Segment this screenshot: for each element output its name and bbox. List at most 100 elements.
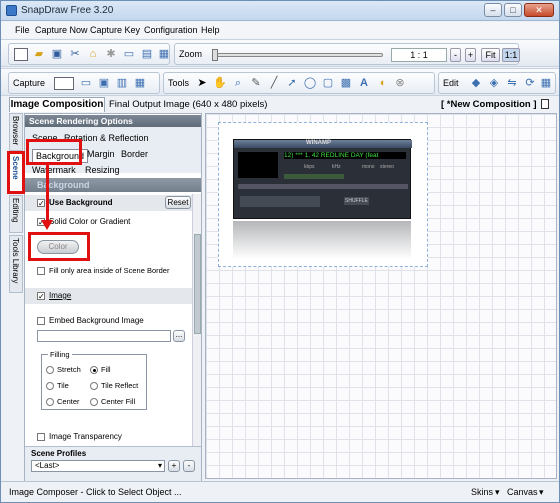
profile-select-value: <Last> — [35, 461, 60, 470]
panel-scrollbar-thumb[interactable] — [194, 234, 201, 334]
embed-checkbox[interactable] — [37, 317, 45, 325]
capture-tools: Capture ▭ ▣ ▥ ▦ — [8, 72, 160, 94]
text-tool-icon[interactable]: A — [357, 77, 371, 90]
menu-configuration[interactable]: Configuration — [144, 25, 198, 35]
capture-screen-icon[interactable]: ▥ — [115, 77, 129, 90]
transparency-checkbox[interactable] — [37, 433, 45, 441]
radio-tile[interactable] — [46, 382, 54, 390]
highlight-color-button — [28, 232, 90, 261]
subtab-margin[interactable]: Margin — [87, 149, 115, 159]
zoom-slider-knob[interactable] — [212, 49, 218, 61]
canvas-arrow-icon: ▾ — [539, 487, 544, 497]
home-icon[interactable]: ⌂ — [86, 48, 100, 61]
drawing-tools: Tools ➤ ✋ ⌕ ✎ ╱ ➚ ◯ ▢ ▩ A ◖ ⊗ — [163, 72, 435, 94]
zoom-tools: Zoom 1 : 1 - + Fit 1:1 — [174, 43, 520, 65]
cut-icon[interactable]: ✂ — [68, 48, 82, 61]
window-icon[interactable]: ▤ — [140, 48, 154, 61]
capture-region-icon[interactable]: ▭ — [79, 77, 93, 90]
winamp-khz: kHz — [332, 164, 341, 170]
rectangle-icon[interactable]: ▢ — [321, 77, 335, 90]
title-bar: SnapDraw Free 3.20 – □ ✕ — [1, 1, 559, 21]
zoom-ratio: 1 : 1 — [391, 48, 447, 62]
fill-inside-checkbox[interactable] — [37, 267, 45, 275]
balloon-icon[interactable]: ◖ — [375, 77, 389, 90]
edit-layer-icon[interactable]: ▦ — [539, 77, 553, 90]
subtab-watermark[interactable]: Watermark — [32, 165, 76, 175]
line-icon[interactable]: ╱ — [267, 77, 281, 90]
radio-stretch[interactable] — [46, 366, 54, 374]
save-icon[interactable]: ▣ — [50, 48, 64, 61]
scene-profiles-label: Scene Profiles — [31, 449, 87, 458]
capture-multi-icon[interactable]: ▦ — [133, 77, 147, 90]
tab-final-output[interactable]: Final Output Image (640 x 480 pixels) — [109, 99, 267, 110]
vtab-editing[interactable]: Editing — [9, 195, 23, 233]
subtab-border[interactable]: Border — [121, 149, 148, 159]
winamp-image[interactable]: WINAMP 12) *** 1. 42 REDLINE DAY (feat k… — [233, 139, 412, 219]
pencil-icon[interactable]: ✎ — [249, 77, 263, 90]
winamp-mono: mono — [362, 164, 375, 170]
stamp-icon[interactable]: ⊗ — [393, 77, 407, 90]
composition-canvas[interactable]: WINAMP 12) *** 1. 42 REDLINE DAY (feat k… — [205, 113, 557, 479]
edit-effect-icon[interactable]: ◈ — [487, 77, 501, 90]
ellipse-icon[interactable]: ◯ — [303, 77, 317, 90]
scene-area[interactable]: WINAMP 12) *** 1. 42 REDLINE DAY (feat k… — [218, 122, 428, 267]
rounded-rect-icon[interactable]: ▩ — [339, 77, 353, 90]
arrow-icon[interactable]: ➚ — [285, 77, 299, 90]
remove-profile-button[interactable]: - — [183, 460, 195, 472]
skins-menu[interactable]: Skins — [471, 487, 493, 497]
embed-label: Embed Background Image — [49, 316, 144, 325]
background-section-header: Background — [25, 178, 201, 192]
monitor-icon[interactable]: ▭ — [122, 48, 136, 61]
capture-full-icon[interactable] — [54, 77, 74, 90]
document-tabs: Image Composition Final Output Image (64… — [1, 96, 559, 112]
zoom-in-button[interactable]: + — [465, 48, 476, 62]
filling-label: Filling — [48, 350, 72, 359]
vtab-browser[interactable]: Browser — [9, 113, 23, 151]
menu-help[interactable]: Help — [201, 25, 220, 35]
menu-file[interactable]: File — [15, 25, 30, 35]
minimize-button[interactable]: – — [484, 3, 502, 17]
edit-shape-icon[interactable]: ◆ — [469, 77, 483, 90]
profile-select[interactable]: <Last> ▾ — [31, 460, 165, 472]
radio-fill[interactable] — [90, 366, 98, 374]
radio-center[interactable] — [46, 398, 54, 406]
edit-flip-icon[interactable]: ⇋ — [505, 77, 519, 90]
use-background-label: Use Background — [49, 198, 113, 207]
canvas-menu[interactable]: Canvas — [507, 487, 538, 497]
document-icon[interactable] — [541, 99, 549, 109]
image-path-input[interactable] — [37, 330, 171, 342]
zoom-slider[interactable] — [212, 49, 383, 61]
fill-label: Fill — [101, 365, 111, 374]
edit-rotate-icon[interactable]: ⟳ — [523, 77, 537, 90]
radio-tile-reflect[interactable] — [90, 382, 98, 390]
menu-capture-now[interactable]: Capture Now — [35, 25, 88, 35]
pointer-icon[interactable]: ➤ — [195, 77, 209, 90]
one-to-one-button[interactable]: 1:1 — [502, 48, 520, 62]
close-button[interactable]: ✕ — [524, 3, 554, 17]
composition-name: [ *New Composition ] — [441, 99, 537, 110]
use-background-checkbox[interactable]: ✓ — [37, 199, 45, 208]
vtab-browser-label: Browser — [11, 116, 20, 146]
vtab-tools-library[interactable]: Tools Library — [9, 235, 23, 293]
hand-icon[interactable]: ✋ — [213, 77, 227, 90]
region-icon[interactable]: ▦ — [157, 48, 171, 61]
toolbar-file: ▰ ▣ ✂ ⌂ ✱ ▭ ▤ ▦ Zoom 1 : 1 - + Fit 1:1 — [1, 39, 559, 67]
subtab-resizing[interactable]: Resizing — [85, 165, 120, 175]
menu-capture-key[interactable]: Capture Key — [90, 25, 140, 35]
fit-button[interactable]: Fit — [481, 48, 500, 62]
winamp-title: WINAMP — [306, 140, 331, 146]
add-profile-button[interactable]: + — [168, 460, 180, 472]
image-checkbox[interactable]: ✓ — [37, 292, 45, 301]
open-icon[interactable]: ▰ — [32, 48, 46, 61]
reset-button[interactable]: Reset — [165, 196, 191, 209]
radio-center-fill[interactable] — [90, 398, 98, 406]
skins-arrow-icon: ▾ — [495, 487, 500, 497]
tab-image-composition[interactable]: Image Composition — [9, 97, 105, 112]
magnifier-icon[interactable]: ⌕ — [231, 77, 245, 90]
maximize-button[interactable]: □ — [504, 3, 522, 17]
settings-icon[interactable]: ✱ — [104, 48, 118, 61]
new-icon[interactable] — [14, 48, 28, 61]
zoom-out-button[interactable]: - — [450, 48, 461, 62]
capture-window-icon[interactable]: ▣ — [97, 77, 111, 90]
browse-button[interactable]: ... — [173, 330, 185, 342]
